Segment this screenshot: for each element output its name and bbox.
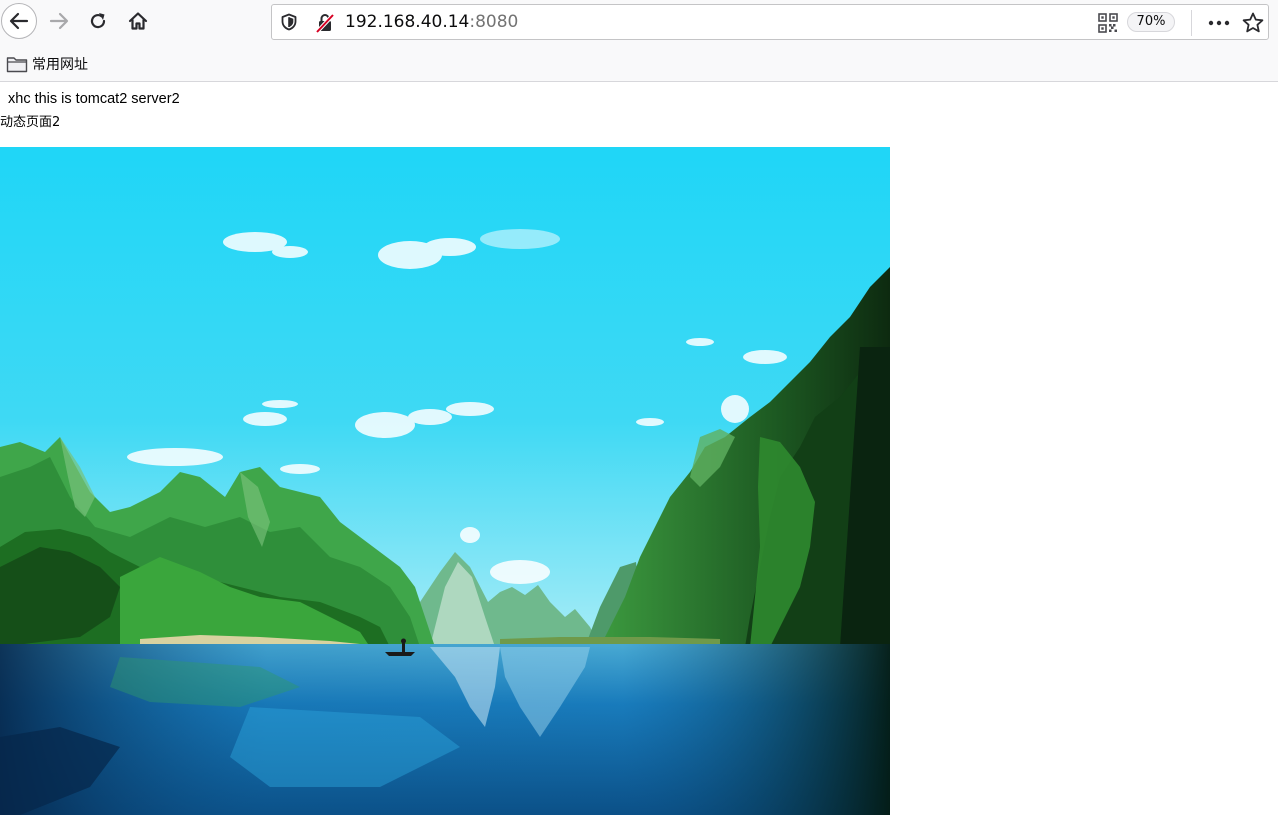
url-port: :8080 — [469, 12, 519, 32]
shield-icon[interactable] — [280, 13, 298, 31]
urlbar-separator — [1191, 10, 1192, 36]
back-button[interactable] — [1, 3, 37, 39]
page-heading: xhc this is tomcat2 server2 — [8, 91, 180, 107]
page-subheading: 动态页面2 — [0, 115, 61, 130]
insecure-connection-icon[interactable] — [315, 13, 335, 33]
reload-icon — [90, 13, 106, 29]
star-icon[interactable] — [1241, 11, 1265, 35]
url-text[interactable]: 192.168.40.14:8080 — [345, 12, 518, 32]
forward-button[interactable] — [41, 3, 77, 39]
bookmarks-toolbar: 常用网址 — [0, 46, 1278, 82]
url-host: 192.168.40.14 — [345, 12, 470, 32]
more-dots-icon[interactable] — [1207, 13, 1231, 33]
bookmark-folder[interactable]: 常用网址 — [6, 53, 88, 75]
browser-toolbar: 192.168.40.14:8080 70% — [0, 0, 1278, 46]
arrow-left-icon — [9, 12, 29, 30]
qr-code-icon[interactable] — [1098, 13, 1118, 33]
home-button[interactable] — [120, 3, 156, 39]
zoom-reset-button[interactable]: 70% — [1127, 12, 1175, 32]
reload-button[interactable] — [80, 3, 116, 39]
folder-icon — [6, 57, 28, 73]
landscape-image — [0, 147, 890, 815]
arrow-right-icon — [49, 12, 69, 30]
bookmark-folder-label: 常用网址 — [32, 57, 88, 73]
page-content: xhc this is tomcat2 server2 动态页面2 — [0, 82, 1278, 829]
url-bar[interactable]: 192.168.40.14:8080 70% — [271, 4, 1269, 40]
home-icon — [128, 12, 148, 30]
